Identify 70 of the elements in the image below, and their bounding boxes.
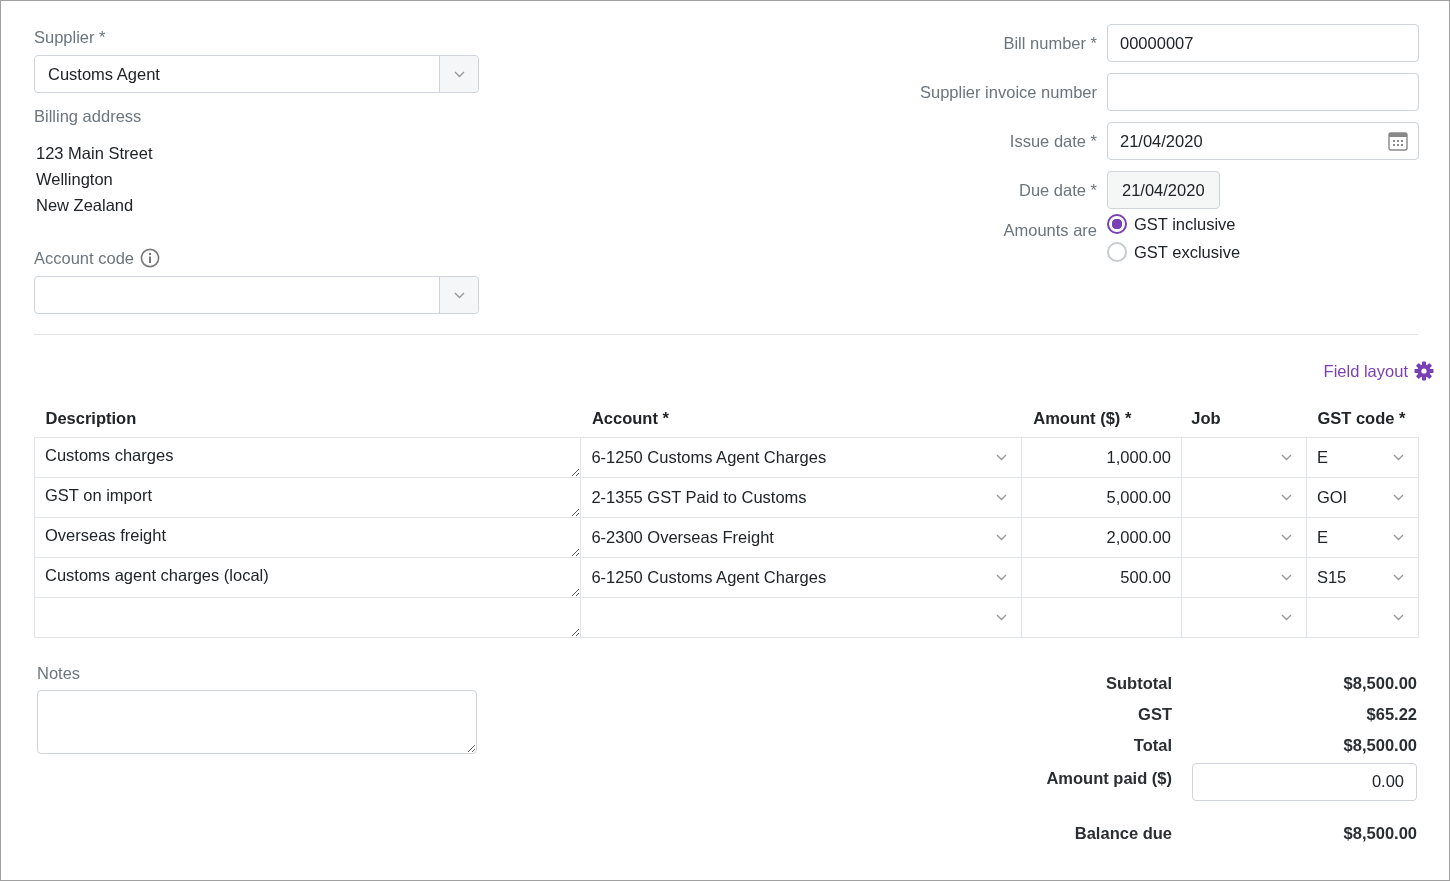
column-header: Amount ($) * xyxy=(1021,401,1182,437)
field-label: Due date * xyxy=(1018,180,1097,200)
text-field[interactable] xyxy=(1107,73,1419,111)
chevron-down-icon xyxy=(1393,453,1404,461)
gst-code-select[interactable]: E xyxy=(1306,437,1418,477)
amounts-are-label: Amounts are xyxy=(1002,221,1097,240)
chevron-down-icon xyxy=(1393,493,1404,501)
total-label: Subtotal xyxy=(1105,672,1172,694)
radio-button[interactable] xyxy=(1107,214,1127,234)
supplier-label: Supplier * xyxy=(34,27,107,48)
balance-due-value: $8,500.00 xyxy=(1342,822,1417,844)
amount-paid-label: Amount paid ($) xyxy=(1046,767,1172,789)
field-label: Issue date * xyxy=(1008,131,1097,151)
total-label: Total xyxy=(1132,734,1172,756)
calendar-icon[interactable] xyxy=(1388,131,1408,151)
chevron-down-icon xyxy=(1393,533,1404,541)
field-label: Supplier invoice number xyxy=(920,82,1097,102)
chevron-down-icon xyxy=(453,291,465,299)
amount-field[interactable]: 5,000.00 xyxy=(1021,477,1181,517)
chevron-down-icon xyxy=(1280,493,1292,501)
amount-field[interactable]: 1,000.00 xyxy=(1021,437,1181,477)
chevron-down-icon xyxy=(1280,453,1292,461)
balance-due-label: Balance due xyxy=(1073,822,1172,844)
chevron-down-icon xyxy=(995,453,1007,461)
address-line: New Zealand xyxy=(36,195,135,216)
total-value: $8,500.00 xyxy=(1342,672,1417,694)
amount-paid-field[interactable]: 0.00 xyxy=(1192,762,1417,801)
chevron-down-icon xyxy=(995,533,1007,541)
chevron-down-icon xyxy=(453,70,465,78)
address-line: Wellington xyxy=(36,169,114,190)
amount-field[interactable]: 500.00 xyxy=(1021,557,1181,597)
chevron-down-icon xyxy=(1393,573,1404,581)
column-header: Job xyxy=(1181,401,1307,437)
total-label: GST xyxy=(1137,703,1172,725)
chevron-down-icon xyxy=(1393,613,1404,621)
radio-label: GST inclusive xyxy=(1134,214,1236,234)
chevron-down-icon xyxy=(995,573,1007,581)
chevron-down-icon xyxy=(995,493,1007,501)
account-select[interactable]: 6-2300 Overseas Freight xyxy=(581,517,1021,557)
due-date-button[interactable]: 21/04/2020 xyxy=(1107,171,1220,209)
text-field[interactable]: 00000007 xyxy=(1107,24,1419,62)
gst-code-select[interactable]: E xyxy=(1306,517,1418,557)
column-header: Account * xyxy=(580,401,1022,437)
chevron-down-icon xyxy=(1280,573,1292,581)
info-icon[interactable] xyxy=(140,248,160,268)
column-header: GST code * xyxy=(1306,401,1419,437)
field-layout-link[interactable]: Field layout xyxy=(1323,361,1408,381)
account-code-label: Account code xyxy=(34,248,134,269)
account-select[interactable]: 6-1250 Customs Agent Charges xyxy=(581,437,1021,477)
address-line: 123 Main Street xyxy=(36,143,154,164)
column-header: Description xyxy=(34,401,581,437)
date-field[interactable]: 21/04/2020 xyxy=(1107,122,1419,160)
amount-field[interactable]: 2,000.00 xyxy=(1021,517,1181,557)
billing-address-label: Billing address xyxy=(34,106,143,127)
total-value: $8,500.00 xyxy=(1342,734,1417,756)
chevron-down-icon xyxy=(1280,613,1292,621)
notes-field[interactable] xyxy=(37,689,477,754)
radio-label: GST exclusive xyxy=(1134,242,1241,262)
account-select[interactable]: 6-1250 Customs Agent Charges xyxy=(581,557,1021,597)
chevron-down-icon xyxy=(995,613,1007,621)
chevron-down-icon xyxy=(1280,533,1292,541)
settings-icon[interactable] xyxy=(1414,361,1434,381)
total-value: $65.22 xyxy=(1365,703,1417,725)
account-select[interactable]: 2-1355 GST Paid to Customs xyxy=(581,477,1021,517)
supplier-select[interactable]: Customs Agent xyxy=(34,55,479,93)
field-label: Bill number * xyxy=(1002,33,1097,53)
gst-code-select[interactable]: S15 xyxy=(1306,557,1418,597)
account-code-select[interactable] xyxy=(34,276,479,314)
gst-code-select[interactable]: GOI xyxy=(1306,477,1418,517)
notes-label: Notes xyxy=(37,662,82,684)
